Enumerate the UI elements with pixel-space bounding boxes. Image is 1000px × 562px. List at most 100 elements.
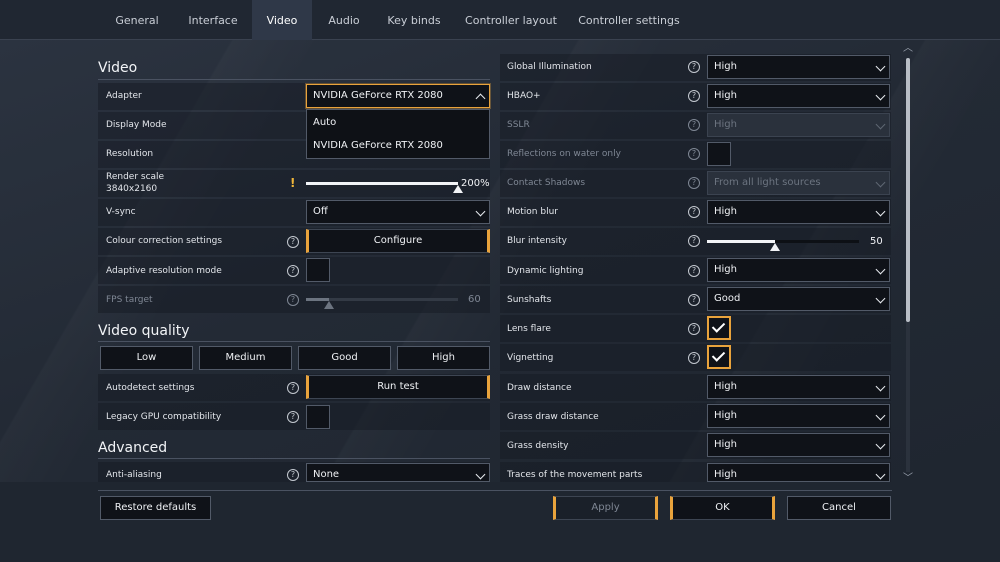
render-scale-label: Render scale (106, 172, 165, 182)
help-icon[interactable]: ? (688, 148, 700, 160)
sslr-label: SSLR (507, 120, 530, 130)
render-scale-value: 200% (461, 178, 490, 189)
help-icon[interactable]: ? (287, 411, 299, 423)
tab-video[interactable]: Video (252, 0, 312, 40)
draw-distance-value: High (714, 381, 737, 392)
vsync-value: Off (313, 206, 328, 217)
lens-flare-label: Lens flare (507, 324, 551, 334)
ok-button[interactable]: OK (670, 496, 775, 520)
help-icon[interactable]: ? (688, 265, 700, 277)
section-title-advanced: Advanced (98, 440, 168, 456)
tab-bar: General Interface Video Audio Key binds … (0, 0, 1000, 40)
preset-high-button[interactable]: High (397, 346, 490, 370)
motion-blur-value: High (714, 206, 737, 217)
chevron-down-icon (875, 264, 886, 275)
render-scale-slider-fill (306, 182, 458, 185)
vsync-label: V-sync (106, 207, 136, 217)
tab-general[interactable]: General (100, 0, 174, 40)
help-icon[interactable]: ? (287, 469, 299, 481)
vignetting-label: Vignetting (507, 353, 554, 363)
chevron-down-icon (875, 410, 886, 421)
chevron-down-icon (475, 469, 486, 480)
reflections-water-label: Reflections on water only (507, 149, 621, 159)
sunshafts-value: Good (714, 293, 741, 304)
scroll-up-arrow[interactable]: ︿ (901, 44, 915, 54)
help-icon[interactable]: ? (688, 61, 700, 73)
tab-controller-layout[interactable]: Controller layout (456, 0, 566, 40)
fps-target-slider-handle (324, 301, 334, 309)
chevron-down-icon (875, 439, 886, 450)
help-icon[interactable]: ? (688, 294, 700, 306)
movement-traces-select[interactable]: High (707, 463, 890, 482)
scrollbar-thumb[interactable] (906, 58, 910, 322)
help-icon[interactable]: ? (688, 90, 700, 102)
help-icon[interactable]: ? (287, 265, 299, 277)
adapter-label: Adapter (106, 91, 142, 101)
tab-interface[interactable]: Interface (176, 0, 250, 40)
grass-draw-distance-select[interactable]: High (707, 404, 890, 428)
sunshafts-select[interactable]: Good (707, 287, 890, 311)
grass-density-select[interactable]: High (707, 433, 890, 457)
adapter-dropdown-menu: Auto NVIDIA GeForce RTX 2080 (306, 109, 490, 159)
adapter-select[interactable]: NVIDIA GeForce RTX 2080 (306, 84, 490, 108)
help-icon[interactable]: ? (688, 235, 700, 247)
vsync-select[interactable]: Off (306, 200, 490, 224)
section-title-video: Video (98, 60, 138, 76)
run-test-button[interactable]: Run test (306, 375, 490, 399)
chevron-up-icon (475, 93, 486, 104)
adaptive-resolution-checkbox[interactable] (306, 258, 330, 282)
global-illumination-select[interactable]: High (707, 55, 890, 79)
anti-aliasing-select[interactable]: None (306, 463, 490, 482)
tab-key-binds[interactable]: Key binds (376, 0, 452, 40)
grass-draw-distance-value: High (714, 410, 737, 421)
help-icon[interactable]: ? (287, 236, 299, 248)
chevron-down-icon (875, 206, 886, 217)
hbao-value: High (714, 90, 737, 101)
fps-target-label: FPS target (106, 295, 153, 305)
cancel-button[interactable]: Cancel (787, 496, 891, 520)
help-icon[interactable]: ? (287, 294, 299, 306)
motion-blur-select[interactable]: High (707, 200, 890, 224)
tab-audio[interactable]: Audio (314, 0, 374, 40)
dropdown-option-rtx2080[interactable]: NVIDIA GeForce RTX 2080 (313, 140, 443, 151)
help-icon[interactable]: ? (688, 206, 700, 218)
hbao-select[interactable]: High (707, 84, 890, 108)
chevron-down-icon (475, 206, 486, 217)
help-icon[interactable]: ? (688, 177, 700, 189)
adaptive-resolution-label: Adaptive resolution mode (106, 266, 222, 276)
help-icon[interactable]: ? (688, 323, 700, 335)
preset-good-button[interactable]: Good (298, 346, 391, 370)
global-illumination-label: Global Illumination (507, 62, 592, 72)
dropdown-option-auto[interactable]: Auto (313, 117, 336, 128)
hbao-label: HBAO+ (507, 91, 541, 101)
blur-intensity-slider-handle[interactable] (770, 243, 780, 251)
reflections-water-checkbox[interactable] (707, 142, 731, 166)
global-illumination-value: High (714, 61, 737, 72)
sslr-select: High (707, 113, 890, 137)
chevron-down-icon (875, 90, 886, 101)
help-icon[interactable]: ? (287, 382, 299, 394)
lens-flare-checkbox[interactable] (707, 316, 731, 340)
restore-defaults-button[interactable]: Restore defaults (100, 496, 211, 520)
help-icon[interactable]: ? (688, 119, 700, 131)
dynamic-lighting-select[interactable]: High (707, 258, 890, 282)
preset-medium-button[interactable]: Medium (199, 346, 292, 370)
resolution-label: Resolution (106, 149, 154, 159)
grass-density-label: Grass density (507, 441, 569, 451)
apply-button[interactable]: Apply (553, 496, 658, 520)
chevron-down-icon (875, 381, 886, 392)
footer-divider (98, 490, 892, 491)
help-icon[interactable]: ? (688, 352, 700, 364)
section-divider (98, 341, 490, 342)
legacy-gpu-checkbox[interactable] (306, 405, 330, 429)
movement-traces-value: High (714, 469, 737, 480)
preset-low-button[interactable]: Low (100, 346, 193, 370)
adapter-value: NVIDIA GeForce RTX 2080 (313, 90, 443, 101)
vignetting-checkbox[interactable] (707, 345, 731, 369)
configure-button[interactable]: Configure (306, 229, 490, 253)
tab-controller-settings[interactable]: Controller settings (570, 0, 688, 40)
draw-distance-select[interactable]: High (707, 375, 890, 399)
checkmark-icon (711, 319, 726, 333)
chevron-down-icon (875, 469, 886, 480)
motion-blur-label: Motion blur (507, 207, 558, 217)
